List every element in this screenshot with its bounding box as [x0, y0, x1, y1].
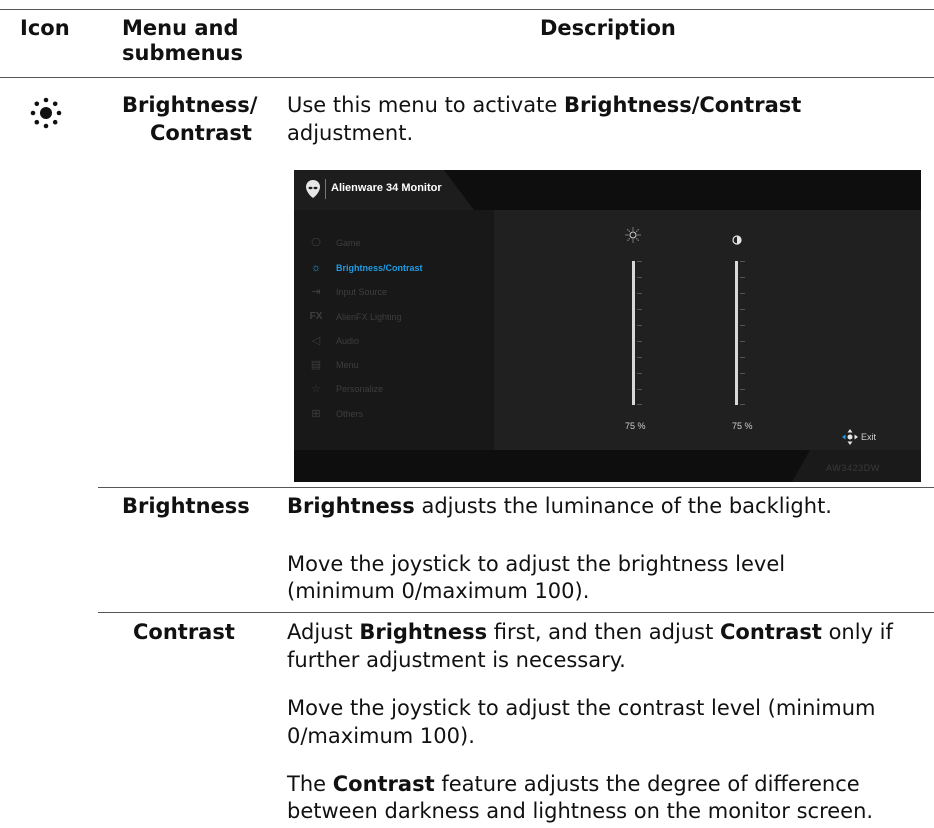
menu-brightness: Brightness	[122, 494, 250, 518]
menu-brightness-contrast-line2: Contrast	[150, 121, 252, 145]
osd-menu-item-personalize[interactable]: ☆ Personalize	[308, 379, 383, 399]
brightness-row-rule	[98, 487, 934, 488]
osd-menu-item-input-source[interactable]: ⇥ Input Source	[308, 282, 387, 302]
brightness-desc-p2-line1: Move the joystick to adjust the brightne…	[287, 552, 786, 576]
osd-brightness-sun-icon	[625, 227, 641, 243]
osd-brightness-slider[interactable]	[632, 261, 635, 405]
osd-contrast-value: 75 %	[732, 421, 753, 431]
osd-exit-label[interactable]: Exit	[861, 432, 876, 442]
joystick-icon	[842, 429, 858, 445]
alienware-logo-icon	[306, 180, 320, 198]
input-source-icon: ⇥	[311, 286, 321, 298]
osd-menu-label: Brightness/Contrast	[336, 263, 423, 273]
gamepad-icon: ⎔	[311, 237, 321, 249]
contrast-desc-p2-line2: 0/maximum 100).	[287, 724, 475, 748]
osd-menu-label: Audio	[336, 336, 360, 346]
fx-icon: FX	[309, 311, 323, 322]
osd-menu-label: Others	[336, 409, 364, 419]
osd-contrast-slider[interactable]	[735, 261, 738, 405]
osd-menu-label: AlienFX Lighting	[336, 312, 402, 322]
osd-contrast-ticks	[740, 261, 745, 405]
brightness-icon: ☼	[310, 262, 322, 274]
contrast-desc-p2-line1: Move the joystick to adjust the contrast…	[287, 696, 876, 720]
star-icon: ☆	[311, 383, 321, 395]
menu-contrast: Contrast	[133, 620, 235, 644]
brightness-desc-p2-line2: (minimum 0/maximum 100).	[287, 579, 590, 603]
osd-menu-label: Input Source	[336, 287, 388, 297]
brightness-contrast-icon	[28, 95, 64, 131]
osd-brightness-ticks	[637, 261, 642, 405]
osd-menu-item-audio[interactable]: ◁ Audio	[308, 331, 359, 351]
header-description: Description	[540, 16, 676, 40]
osd-model-label: AW3423DW	[826, 463, 880, 473]
contrast-row-rule	[98, 612, 934, 613]
header-rule	[0, 77, 934, 78]
osd-menu-label: Personalize	[336, 384, 384, 394]
osd-title-separator	[325, 179, 326, 199]
osd-menu-label: Game	[336, 238, 361, 248]
osd-brightness-value: 75 %	[625, 421, 646, 431]
contrast-desc-p3-line2: between darkness and lightness on the mo…	[287, 799, 874, 823]
contrast-desc-p1-line2: further adjustment is necessary.	[287, 648, 626, 672]
osd-title: Alienware 34 Monitor	[331, 182, 442, 194]
contrast-desc-p3-line1: The Contrast feature adjusts the degree …	[287, 772, 860, 796]
osd-content-panel	[494, 210, 921, 450]
osd-menu-item-menu[interactable]: ▤ Menu	[308, 355, 359, 375]
header-icon: Icon	[20, 16, 70, 40]
osd-menu-item-game[interactable]: ⎔ Game	[308, 233, 361, 253]
osd-screenshot: Alienware 34 Monitor AW3423DW ⎔ Game ☼ Bri…	[294, 170, 921, 482]
menu-brightness-contrast-line1: Brightness/	[122, 93, 258, 117]
brightness-desc-p1: Brightness adjusts the luminance of the …	[287, 494, 832, 518]
menu-icon: ▤	[310, 359, 322, 371]
contrast-desc-p1-line1: Adjust Brightness first, and then adjust…	[287, 620, 893, 644]
header-menu: Menu and submenus	[122, 16, 244, 65]
section-description-line1: Use this menu to activate Brightness/Con…	[287, 93, 802, 117]
osd-menu-label: Menu	[336, 360, 359, 370]
osd-contrast-icon	[732, 230, 742, 245]
osd-menu-item-brightness-contrast[interactable]: ☼ Brightness/Contrast	[308, 258, 423, 278]
osd-menu-item-alienfx-lighting[interactable]: FX AlienFX Lighting	[308, 307, 402, 327]
osd-menu-item-others[interactable]: ⊞ Others	[308, 404, 363, 424]
speaker-icon: ◁	[311, 335, 321, 347]
others-icon: ⊞	[311, 408, 321, 420]
section-description-line2: adjustment.	[287, 121, 414, 145]
top-rule	[0, 9, 934, 10]
